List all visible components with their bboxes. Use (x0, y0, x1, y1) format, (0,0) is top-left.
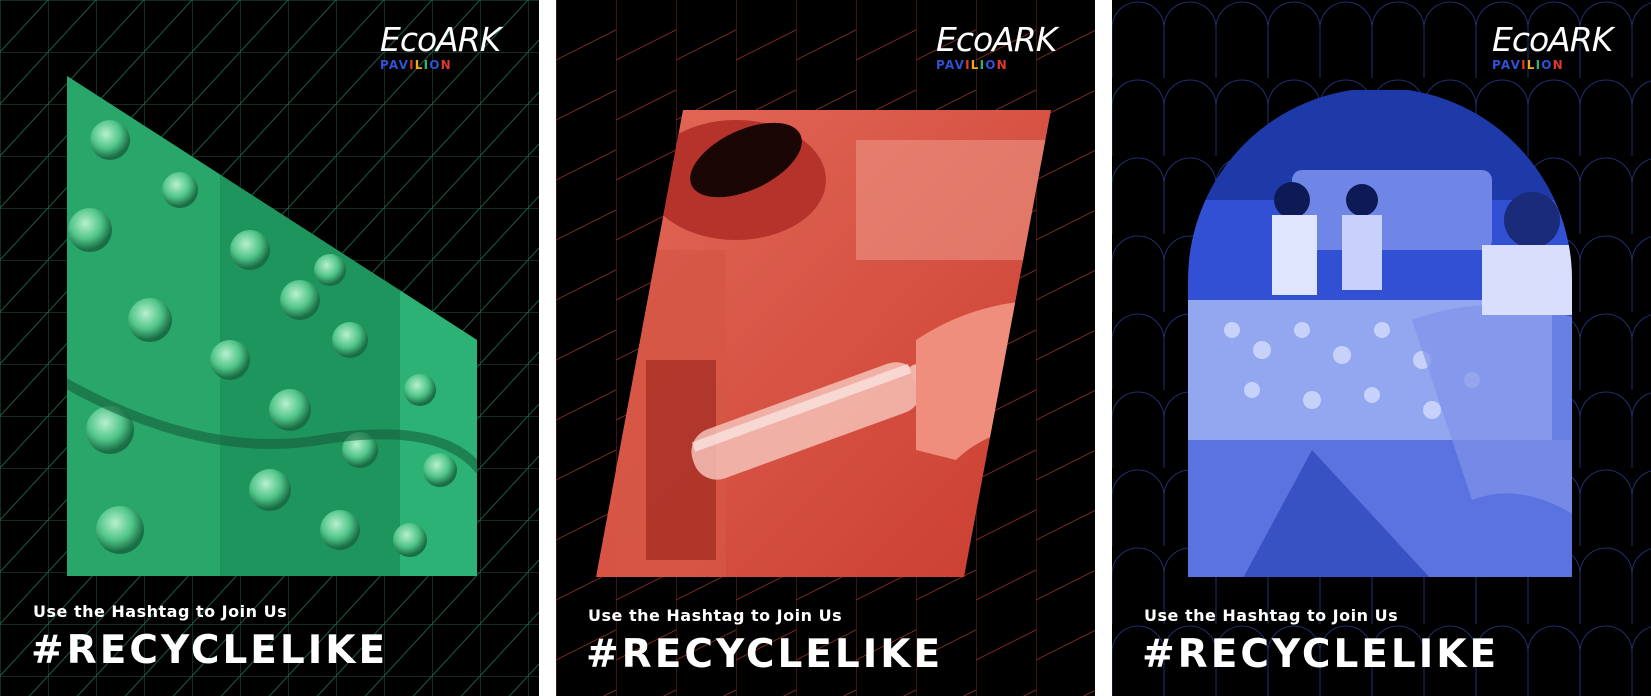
poster-blue: EcoARK PAVILION Use the Hashtag to Join … (1112, 0, 1651, 696)
poster-red: EcoARK PAVILION Use the Hashtag to Join … (556, 0, 1095, 696)
logo-sub: PAVILION (1492, 58, 1564, 72)
blue-volunteers-sorting-cans-photo (1188, 90, 1572, 577)
logo-sub: PAVILION (936, 58, 1008, 72)
logo-brand: EcoARK (1492, 20, 1613, 59)
hashtag: #RECYCLELIKE (1142, 632, 1500, 677)
tagline: Use the Hashtag to Join Us (33, 602, 288, 621)
logo-sub: PAVILION (380, 58, 452, 72)
red-bottle-recycling-photo (596, 110, 1051, 577)
tagline: Use the Hashtag to Join Us (1144, 606, 1399, 625)
ecoark-logo: EcoARK PAVILION (380, 20, 520, 73)
poster-green: EcoARK PAVILION Use the Hashtag to Join … (0, 0, 539, 696)
tagline: Use the Hashtag to Join Us (588, 606, 843, 625)
green-plastic-bottle-wall-photo (67, 76, 477, 576)
logo-brand: EcoARK (380, 20, 501, 59)
ecoark-logo: EcoARK PAVILION (1492, 20, 1632, 73)
ecoark-logo: EcoARK PAVILION (936, 20, 1076, 73)
logo-brand: EcoARK (936, 20, 1057, 59)
hashtag: #RECYCLELIKE (586, 632, 944, 677)
hashtag: #RECYCLELIKE (31, 628, 389, 673)
